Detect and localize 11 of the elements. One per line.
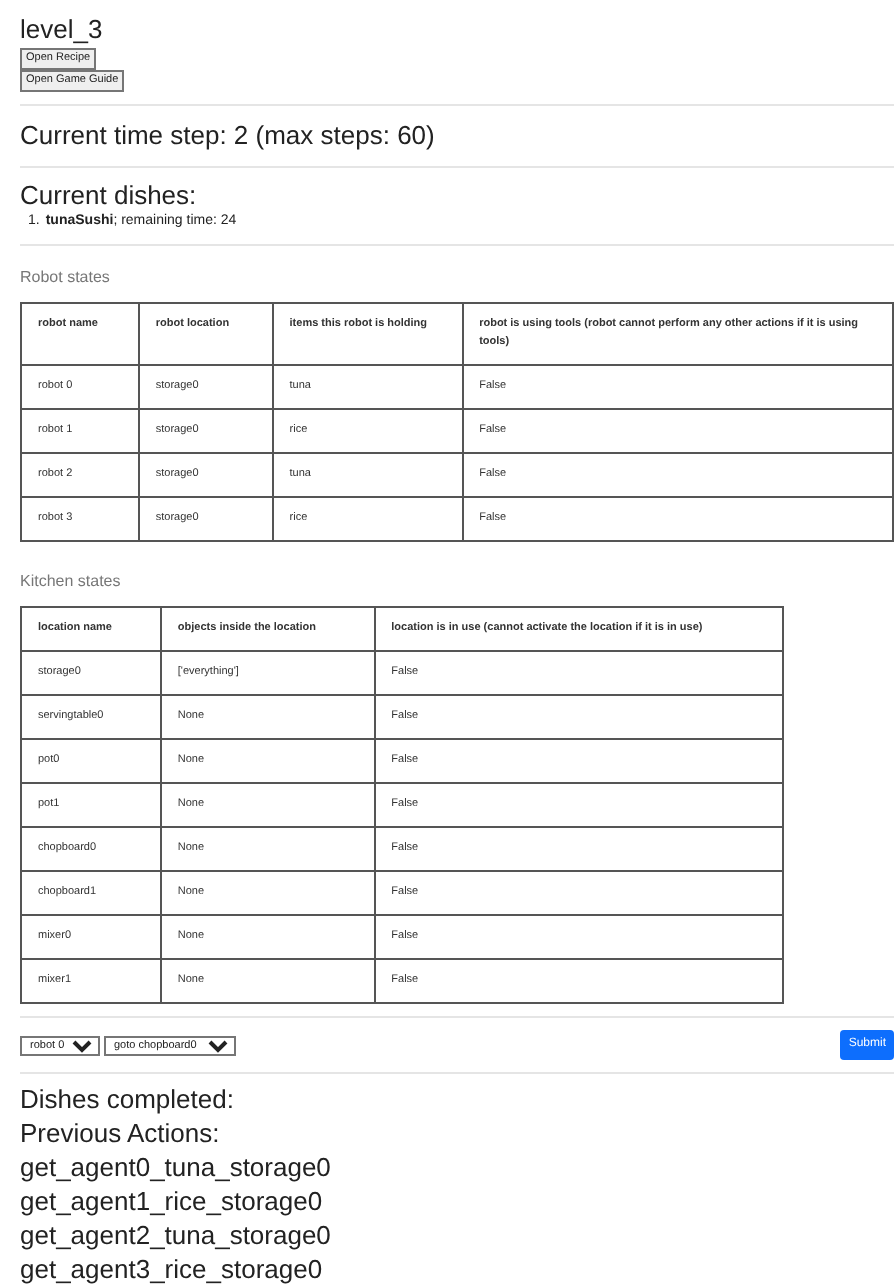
actions-heading: Previous Actions: [20, 1116, 222, 1150]
action-entry: get_agent1_rice_storage0 [20, 1184, 325, 1218]
action-entry: get_agent3_rice_storage0 [20, 1252, 325, 1286]
section-title: Kitchen states [20, 570, 123, 594]
action-entry: get_agent2_tuna_storage0 [20, 1218, 333, 1252]
dishes-heading: Current dishes: [20, 180, 199, 212]
dishes-completed-heading: Dishes completed: [20, 1082, 236, 1116]
section-title: Robot states [20, 266, 112, 290]
time-step: Current time step: 2 (max steps: 60) [20, 104, 894, 154]
level-title: level_3 [20, 12, 105, 48]
action-entry: get_agent0_tuna_storage0 [20, 1150, 333, 1184]
